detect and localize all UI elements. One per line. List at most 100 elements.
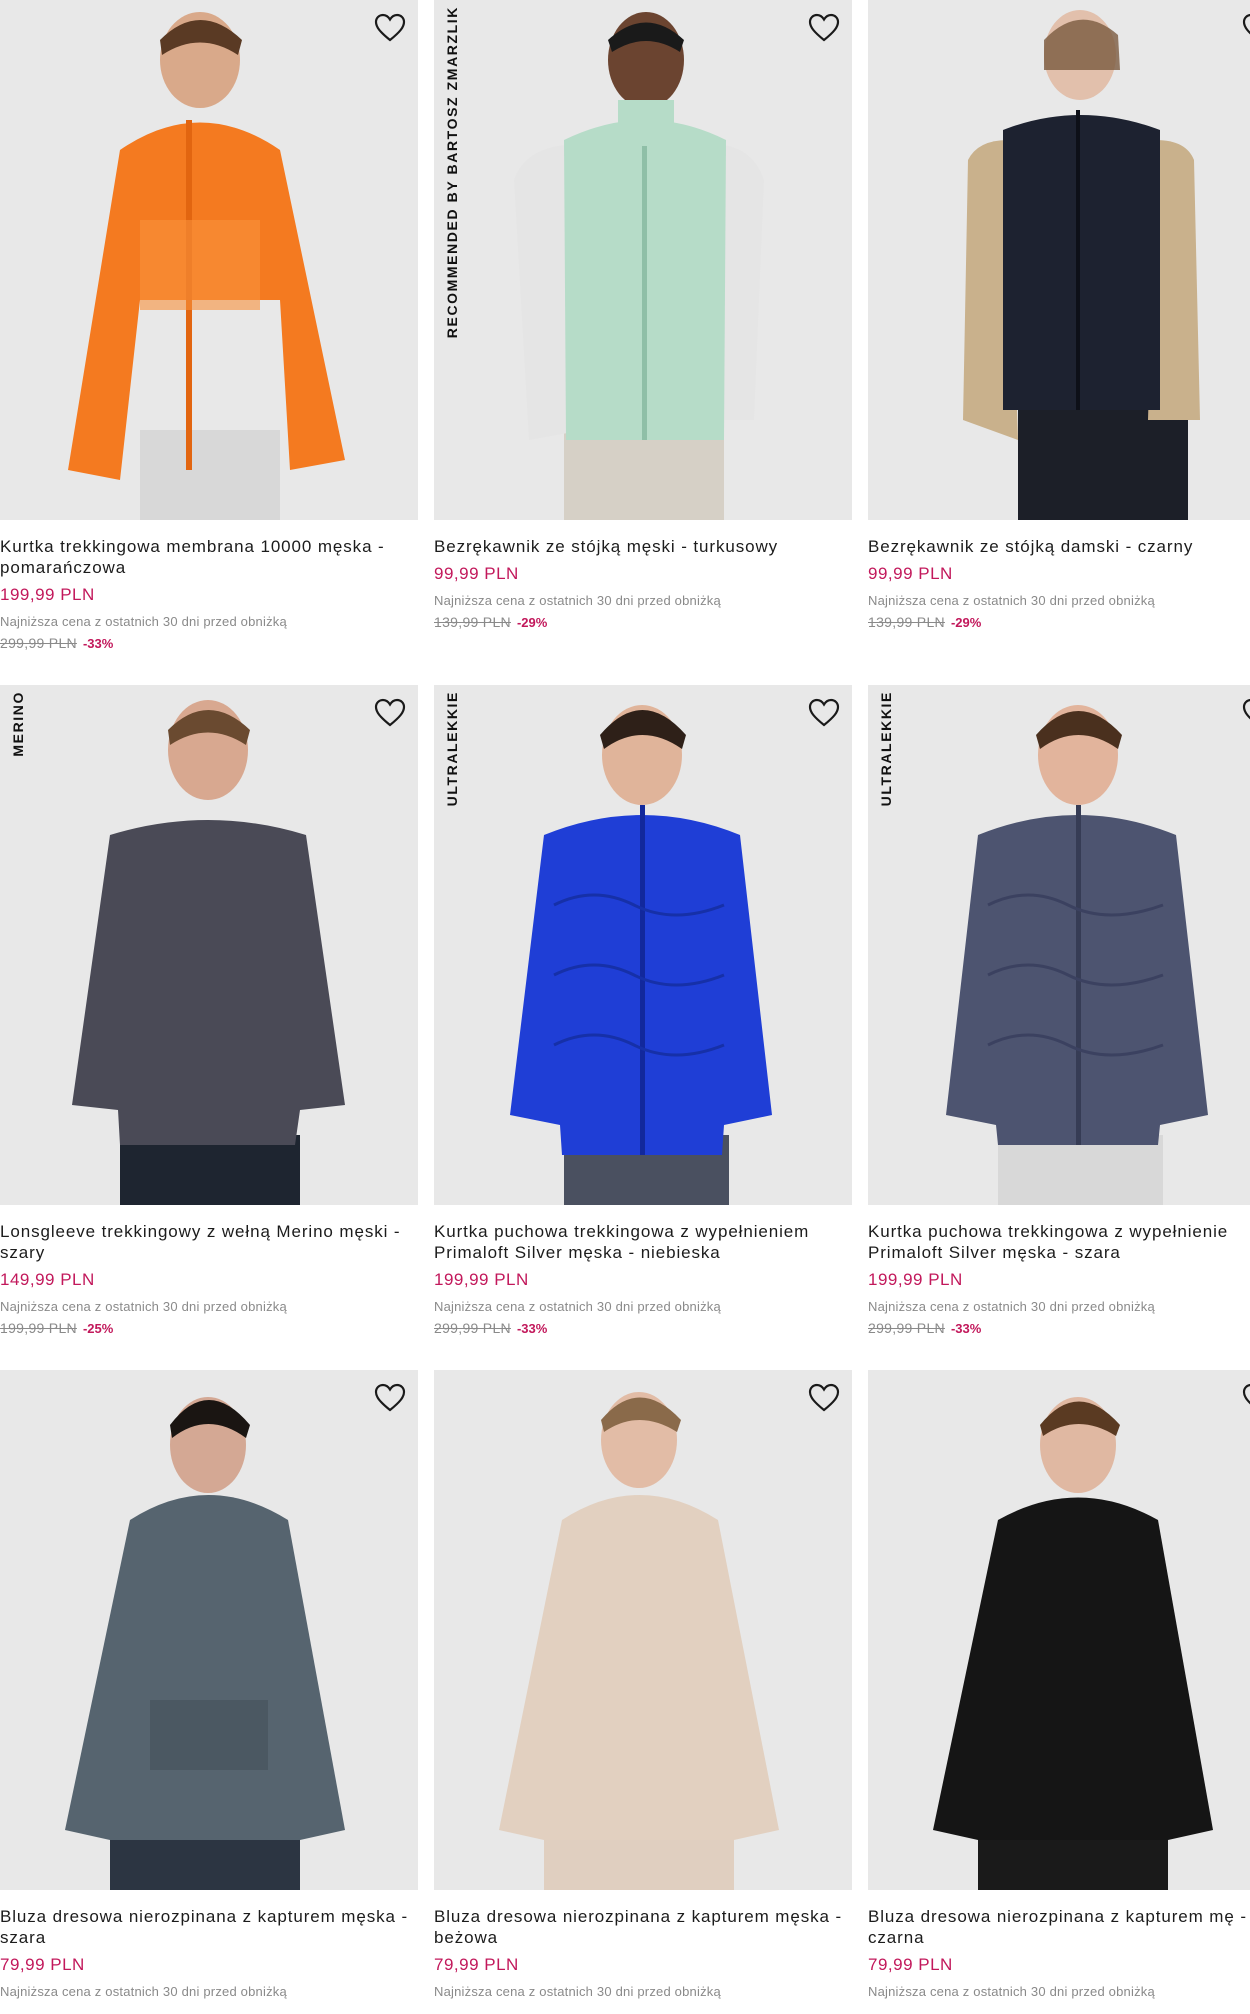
product-price: 79,99 PLN [0, 1955, 85, 1974]
old-price: 139,99 PLN [434, 614, 511, 630]
heart-icon [374, 13, 406, 42]
wishlist-button[interactable] [806, 695, 842, 731]
product-info: Bluza dresowa nierozpinana z kapturem mę… [434, 1890, 852, 2000]
heart-icon [808, 13, 840, 42]
product-image[interactable] [868, 0, 1250, 520]
wishlist-button[interactable] [1240, 695, 1250, 731]
product-title[interactable]: Lonsgleeve trekkingowy z wełną Merino mę… [0, 1221, 418, 1263]
product-price: 199,99 PLN [868, 1270, 963, 1289]
old-price: 299,99 PLN [434, 1320, 511, 1336]
product-card[interactable]: Bluza dresowa nierozpinana z kapturem mę… [434, 1370, 852, 2000]
product-photo-figure [0, 1370, 418, 1890]
product-photo-figure [868, 685, 1250, 1205]
discount-badge: -33% [950, 1321, 982, 1336]
product-badge: MERINO [8, 691, 28, 1071]
product-image[interactable] [434, 1370, 852, 1890]
product-price: 79,99 PLN [434, 1955, 519, 1974]
heart-icon [374, 1383, 406, 1412]
product-card[interactable]: ULTRALEKKIE Kurtka puchowa trekkingowa z… [434, 685, 852, 1338]
product-info: Kurtka trekkingowa membrana 10000 męska … [0, 520, 418, 653]
product-card[interactable]: MERINO Lonsgleeve trekkingowy z wełną Me… [0, 685, 418, 1338]
old-price: 299,99 PLN [868, 1320, 945, 1336]
heart-icon [1242, 13, 1250, 35]
discount-badge: -33% [516, 1321, 548, 1336]
product-card[interactable]: Bluza dresowa nierozpinana z kapturem mę… [0, 1370, 418, 2000]
product-image[interactable] [0, 0, 418, 520]
wishlist-button[interactable] [806, 1380, 842, 1416]
product-photo-figure [868, 1370, 1250, 1890]
product-info: Bezrękawnik ze stójką damski - czarny 99… [868, 520, 1250, 632]
product-photo-figure [434, 1370, 852, 1890]
old-price: 199,99 PLN [0, 1320, 77, 1336]
old-price-row: 199,99 PLN -25% [0, 1319, 418, 1338]
product-badge: ULTRALEKKIE [442, 691, 462, 1071]
product-price: 79,99 PLN [868, 1955, 953, 1974]
product-image[interactable] [868, 1370, 1250, 1890]
product-card[interactable]: Bezrękawnik ze stójką damski - czarny 99… [868, 0, 1250, 632]
product-info: Kurtka puchowa trekkingowa z wypełnienie… [434, 1205, 852, 1338]
product-card[interactable]: Kurtka trekkingowa membrana 10000 męska … [0, 0, 418, 653]
product-title[interactable]: Kurtka puchowa trekkingowa z wypełnienie… [868, 1221, 1250, 1263]
product-badge: ULTRALEKKIE [876, 691, 896, 1071]
badge-text: ULTRALEKKIE [444, 691, 460, 807]
old-price-row: 299,99 PLN -33% [0, 634, 418, 653]
lowest-price-note: Najniższa cena z ostatnich 30 dni przed … [0, 1984, 287, 1999]
product-info: Bezrękawnik ze stójką męski - turkusowy … [434, 520, 852, 632]
heart-icon [1242, 698, 1250, 720]
product-info: Bluza dresowa nierozpinana z kapturem mę… [0, 1890, 418, 2000]
old-price: 299,99 PLN [0, 635, 77, 651]
product-card[interactable]: ULTRALEKKIE Kurtka puchowa trekkingowa z… [868, 685, 1250, 1338]
product-title[interactable]: Bluza dresowa nierozpinana z kapturem mę… [434, 1906, 852, 1948]
lowest-price-note: Najniższa cena z ostatnich 30 dni przed … [868, 1299, 1155, 1314]
lowest-price-note: Najniższa cena z ostatnich 30 dni przed … [434, 1984, 721, 1999]
old-price: 139,99 PLN [868, 614, 945, 630]
heart-icon [808, 698, 840, 727]
lowest-price-note: Najniższa cena z ostatnich 30 dni przed … [868, 593, 1155, 608]
product-title[interactable]: Bezrękawnik ze stójką damski - czarny [868, 536, 1250, 557]
heart-icon [374, 698, 406, 727]
product-info: Bluza dresowa nierozpinana z kapturem mę… [868, 1890, 1250, 2000]
product-image[interactable]: RECOMMENDED BY BARTOSZ ZMARZLIK [434, 0, 852, 520]
discount-badge: -29% [950, 615, 982, 630]
lowest-price-note: Najniższa cena z ostatnich 30 dni przed … [434, 593, 721, 608]
wishlist-button[interactable] [1240, 10, 1250, 46]
old-price-row: 139,99 PLN -29% [434, 613, 852, 632]
product-price: 99,99 PLN [868, 564, 953, 583]
product-card[interactable]: RECOMMENDED BY BARTOSZ ZMARZLIK Bezrękaw… [434, 0, 852, 632]
discount-badge: -33% [82, 636, 114, 651]
old-price-row: 299,99 PLN -33% [868, 1319, 1250, 1338]
product-title[interactable]: Bluza dresowa nierozpinana z kapturem mę… [868, 1906, 1250, 1948]
lowest-price-note: Najniższa cena z ostatnich 30 dni przed … [868, 1984, 1155, 1999]
badge-text: ULTRALEKKIE [878, 691, 894, 807]
product-image[interactable]: MERINO [0, 685, 418, 1205]
product-title[interactable]: Kurtka puchowa trekkingowa z wypełnienie… [434, 1221, 852, 1263]
product-info: Lonsgleeve trekkingowy z wełną Merino mę… [0, 1205, 418, 1338]
product-image[interactable] [0, 1370, 418, 1890]
wishlist-button[interactable] [1240, 1380, 1250, 1416]
product-photo-figure [0, 0, 418, 520]
product-title[interactable]: Kurtka trekkingowa membrana 10000 męska … [0, 536, 418, 578]
discount-badge: -29% [516, 615, 548, 630]
discount-badge: -25% [82, 1321, 114, 1336]
wishlist-button[interactable] [372, 1380, 408, 1416]
product-image[interactable]: ULTRALEKKIE [868, 685, 1250, 1205]
product-title[interactable]: Bezrękawnik ze stójką męski - turkusowy [434, 536, 852, 557]
product-photo-figure [434, 685, 852, 1205]
wishlist-button[interactable] [372, 10, 408, 46]
wishlist-button[interactable] [372, 695, 408, 731]
lowest-price-note: Najniższa cena z ostatnich 30 dni przed … [0, 614, 287, 629]
lowest-price-note: Najniższa cena z ostatnich 30 dni przed … [434, 1299, 721, 1314]
wishlist-button[interactable] [806, 10, 842, 46]
product-photo-figure [0, 685, 418, 1205]
old-price-row: 299,99 PLN -33% [434, 1319, 852, 1338]
product-badge: RECOMMENDED BY BARTOSZ ZMARZLIK [442, 6, 462, 386]
product-price: 199,99 PLN [0, 585, 95, 604]
old-price-row: 139,99 PLN -29% [868, 613, 1250, 632]
product-card[interactable]: Bluza dresowa nierozpinana z kapturem mę… [868, 1370, 1250, 2000]
heart-icon [808, 1383, 840, 1412]
badge-text: MERINO [10, 691, 26, 757]
product-image[interactable]: ULTRALEKKIE [434, 685, 852, 1205]
product-price: 99,99 PLN [434, 564, 519, 583]
product-title[interactable]: Bluza dresowa nierozpinana z kapturem mę… [0, 1906, 418, 1948]
product-info: Kurtka puchowa trekkingowa z wypełnienie… [868, 1205, 1250, 1338]
